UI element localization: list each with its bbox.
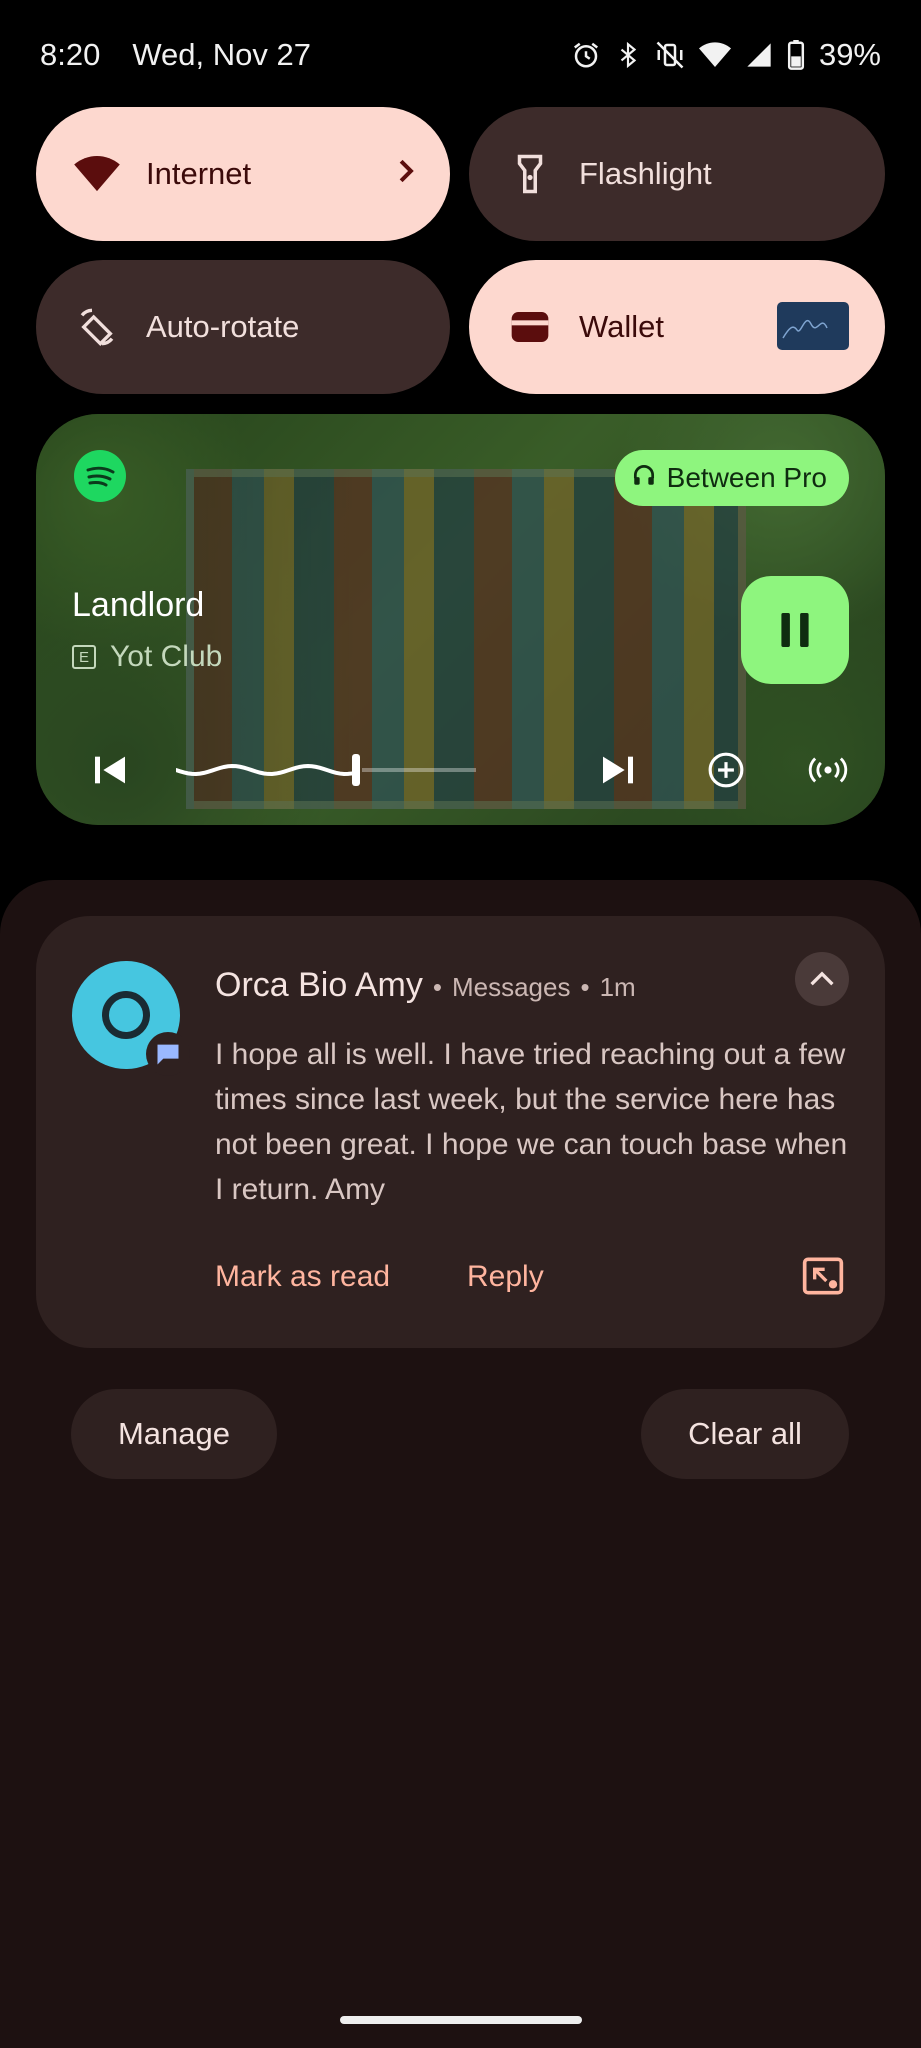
tile-wallet-label: Wallet (579, 309, 664, 344)
vibrate-off-icon (655, 40, 685, 70)
battery-icon (787, 40, 805, 70)
skip-previous-icon (95, 756, 125, 784)
notification-app: Messages (451, 972, 571, 1002)
tile-auto-rotate[interactable]: Auto-rotate (36, 260, 450, 394)
alarm-icon (571, 40, 601, 70)
status-bar: 8:20 Wed, Nov 27 39% (0, 0, 921, 110)
bluetooth-icon (615, 40, 641, 70)
song-artist-row: E Yot Club (72, 640, 222, 674)
pause-icon (781, 613, 809, 647)
notification-header: Orca Bio Amy • Messages • 1m (215, 966, 636, 1005)
mark-as-read-button[interactable]: Mark as read (215, 1260, 390, 1294)
tile-internet-label: Internet (146, 156, 252, 191)
previous-button[interactable] (88, 748, 132, 792)
battery-percent: 39% (818, 37, 881, 72)
manage-button[interactable]: Manage (71, 1389, 277, 1479)
pause-button[interactable] (741, 576, 849, 684)
separator: • (580, 972, 590, 1002)
headphones-icon (631, 462, 657, 495)
bubble-button[interactable] (801, 1256, 845, 1301)
status-time: 8:20 (40, 37, 101, 72)
seek-thumb (352, 754, 360, 786)
chevron-right-icon (396, 156, 416, 192)
notification-sender: Orca Bio Amy (215, 966, 423, 1004)
add-to-library-button[interactable] (704, 748, 748, 792)
wallet-icon (503, 300, 557, 354)
skip-next-icon (603, 756, 633, 784)
status-date: Wed, Nov 27 (132, 37, 311, 72)
notification-time: 1m (599, 972, 636, 1002)
wifi-icon (70, 147, 124, 201)
seek-bar[interactable] (174, 750, 476, 790)
clear-all-button[interactable]: Clear all (641, 1389, 849, 1479)
chat-bubble-icon (157, 1044, 179, 1065)
spotify-icon (74, 450, 126, 502)
tile-internet[interactable]: Internet (36, 107, 450, 241)
avatar-initial-icon (102, 991, 150, 1039)
song-artist: Yot Club (110, 640, 223, 673)
messages-app-badge (146, 1032, 190, 1076)
output-device-label: Between Pro (666, 462, 827, 493)
tile-wallet[interactable]: Wallet (469, 260, 885, 394)
wifi-icon (698, 41, 731, 69)
explicit-icon: E (72, 645, 96, 669)
tile-auto-rotate-label: Auto-rotate (146, 309, 300, 344)
separator: • (432, 972, 442, 1002)
output-device-chip[interactable]: Between Pro (614, 450, 849, 506)
media-player[interactable]: Between Pro Landlord E Yot Club (36, 414, 885, 825)
song-title: Landlord (72, 586, 205, 624)
collapse-button[interactable] (795, 952, 849, 1006)
card-thumbnail (777, 302, 849, 350)
notification-message: I hope all is well. I have tried reachin… (215, 1038, 848, 1206)
add-circle-icon (708, 752, 744, 788)
gesture-handle[interactable] (340, 2016, 582, 2024)
tile-flashlight[interactable]: Flashlight (469, 107, 885, 241)
tile-flashlight-label: Flashlight (579, 156, 712, 191)
flashlight-icon (503, 147, 557, 201)
chevron-up-icon (810, 971, 834, 986)
status-icons: 39% (571, 37, 881, 73)
broadcast-icon (808, 757, 848, 783)
reply-button[interactable]: Reply (467, 1260, 544, 1294)
cast-button[interactable] (806, 748, 850, 792)
open-in-bubble-icon (802, 1257, 844, 1295)
next-button[interactable] (596, 748, 640, 792)
cell-signal-icon (745, 41, 773, 69)
message-notification[interactable]: Orca Bio Amy • Messages • 1m I hope all … (36, 916, 885, 1348)
rotate-icon (70, 300, 124, 354)
